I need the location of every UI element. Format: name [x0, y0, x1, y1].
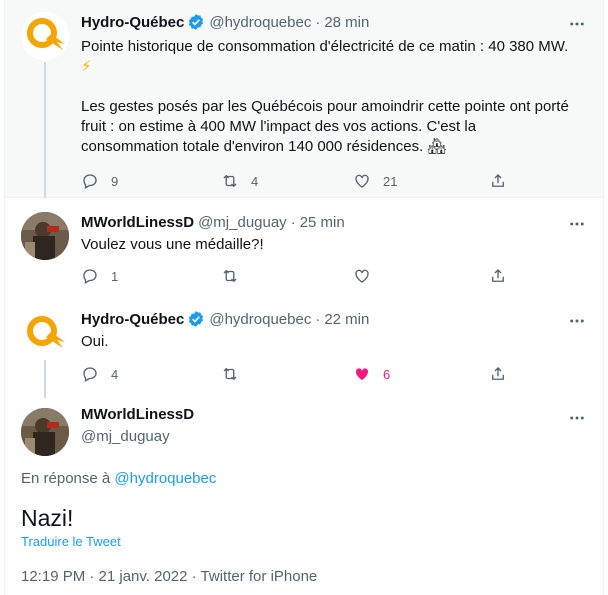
tweet-header: Hydro-Québec @hydroquebec · 28 min [81, 12, 369, 32]
like-icon-filled [355, 368, 369, 380]
thread-line [44, 62, 46, 198]
share-icon [492, 269, 504, 282]
tweet-text: Oui. [81, 333, 109, 350]
share-button[interactable] [489, 170, 507, 192]
author-handle[interactable]: @hydroquebec [209, 14, 311, 31]
author-name[interactable]: MWorldLinessD [81, 406, 194, 423]
timestamp[interactable]: 28 min [324, 14, 369, 31]
retweet-count: 4 [251, 173, 259, 189]
tweet-line: ⚡ [81, 58, 92, 75]
verified-badge-icon [189, 311, 204, 327]
like-count: 6 [383, 366, 391, 382]
retweet-button[interactable]: 4 [221, 170, 258, 192]
author-handle[interactable]: @mj_duguay [198, 214, 287, 231]
retweet-button[interactable] [221, 363, 239, 385]
avatar[interactable] [21, 12, 69, 60]
tweet-line: Pointe historique de consommation d'élec… [81, 38, 569, 55]
tweet-2[interactable]: MWorldLinessD @mj_duguay · 25 min Voulez… [5, 198, 603, 298]
reply-button[interactable]: 9 [81, 170, 118, 192]
like-button[interactable] [353, 265, 371, 287]
tweet-actions: 9 4 21 [81, 170, 504, 192]
like-count: 21 [383, 173, 398, 189]
reply-context: En réponse à @hydroquebec [21, 470, 216, 487]
tweet-3[interactable]: Hydro-Québec @hydroquebec · 22 min Oui. … [5, 298, 603, 398]
tweet-meta[interactable]: 12:19 PM · 21 janv. 2022 · Twitter for i… [21, 568, 317, 585]
separator: · [290, 213, 296, 231]
retweet-button[interactable] [221, 265, 239, 287]
more-icon[interactable] [567, 214, 587, 234]
share-icon [492, 367, 504, 380]
tweet-header: MWorldLinessD @mj_duguay · 25 min [81, 212, 345, 232]
author-name[interactable]: MWorldLinessD [81, 214, 194, 231]
like-icon [355, 174, 369, 188]
tweet-1[interactable]: Hydro-Québec @hydroquebec · 28 min Point… [5, 0, 603, 198]
reply-icon [83, 174, 97, 189]
author-name[interactable]: Hydro-Québec [81, 311, 184, 328]
thread-line [44, 360, 46, 398]
reply-count: 9 [111, 173, 119, 189]
reply-count: 4 [111, 366, 119, 382]
separator: · [315, 13, 321, 31]
more-icon[interactable] [567, 408, 587, 428]
reply-button[interactable]: 4 [81, 363, 118, 385]
more-icon[interactable] [567, 14, 587, 34]
retweet-icon [223, 367, 237, 381]
reply-button[interactable]: 1 [81, 265, 118, 287]
reply-icon [83, 367, 97, 382]
retweet-icon [223, 269, 237, 283]
avatar[interactable] [21, 212, 69, 260]
hydro-quebec-logo [27, 18, 65, 50]
timestamp[interactable]: 22 min [324, 311, 369, 328]
avatar[interactable] [21, 408, 69, 456]
tweet-text: Voulez vous une médaille?! [81, 236, 264, 253]
author-handle[interactable]: @hydroquebec [209, 311, 311, 328]
avatar-image [21, 408, 69, 456]
share-button[interactable] [489, 363, 507, 385]
hydro-quebec-logo [27, 316, 65, 348]
more-icon[interactable] [567, 311, 587, 331]
separator: · [315, 310, 321, 328]
timestamp[interactable]: 25 min [300, 214, 345, 231]
avatar[interactable] [21, 310, 69, 358]
tweet-thread: Hydro-Québec @hydroquebec · 28 min Point… [4, 0, 604, 595]
tweet-actions: 4 6 [81, 363, 504, 385]
avatar-image [21, 212, 69, 260]
author-name[interactable]: Hydro-Québec [81, 14, 184, 31]
tweet-text: Pointe historique de consommation d'élec… [81, 37, 586, 157]
reply-count: 1 [111, 268, 119, 284]
tweet-line: Les gestes posés par les Québécois pour … [81, 98, 569, 115]
like-icon [355, 269, 369, 283]
share-icon [492, 174, 504, 187]
tweet-actions: 1 [81, 265, 504, 287]
translate-link[interactable]: Traduire le Tweet [21, 534, 121, 549]
author-handle[interactable]: @mj_duguay [81, 428, 170, 445]
reply-handle-link[interactable]: @hydroquebec [114, 470, 216, 487]
tweet-line: fruit : on estime à 400 MW l'impact des … [81, 118, 477, 135]
reply-icon [83, 269, 97, 284]
retweet-icon [223, 174, 237, 188]
reply-prefix: En réponse à [21, 470, 115, 487]
verified-badge-icon [189, 14, 204, 30]
tweet-line: consommation totale d'environ 140 000 ré… [81, 138, 447, 155]
like-button[interactable]: 6 [353, 363, 390, 385]
tweet-text: Nazi! [21, 505, 74, 531]
tweet-header: Hydro-Québec @hydroquebec · 22 min [81, 309, 369, 329]
share-button[interactable] [489, 265, 507, 287]
like-button[interactable]: 21 [353, 170, 397, 192]
